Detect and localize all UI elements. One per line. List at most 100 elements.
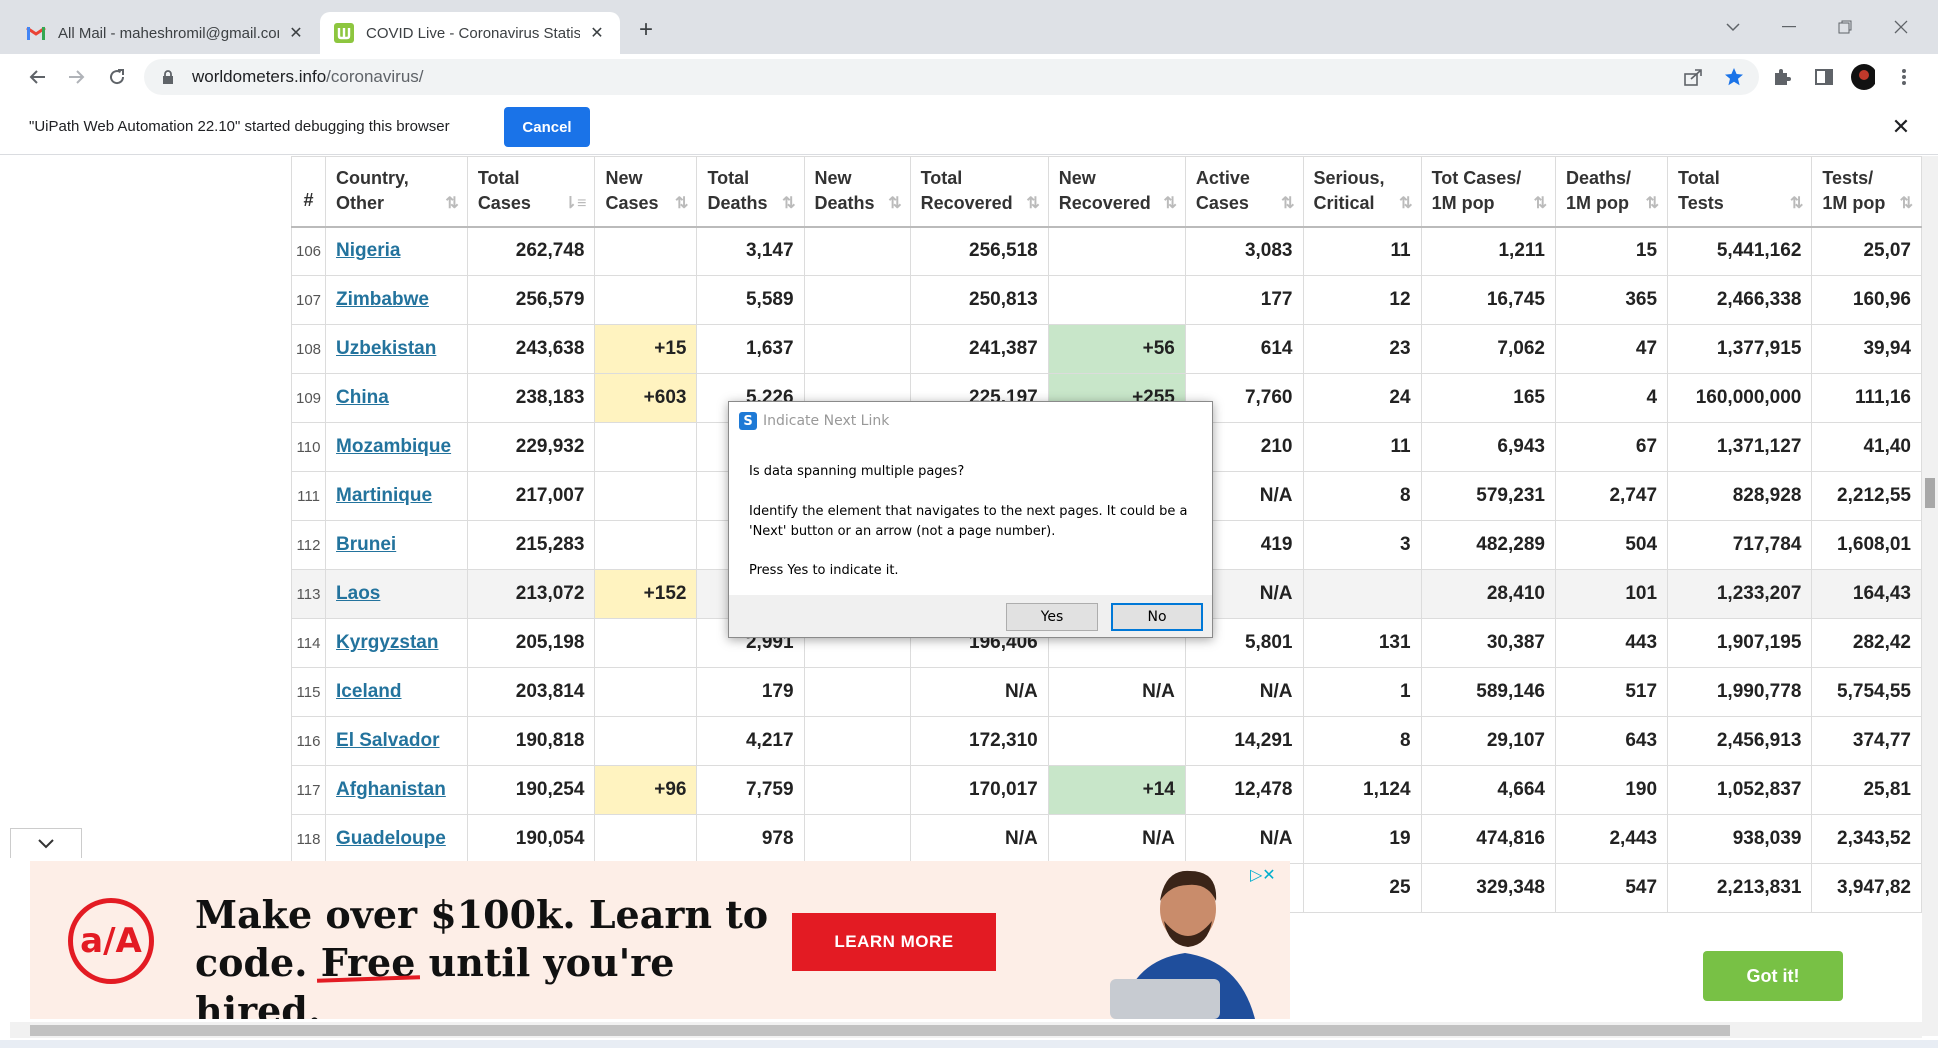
column-header[interactable]: Total Tests ⇅ [1667,156,1813,228]
sort-icon[interactable]: ⇅ [1399,191,1412,216]
share-icon[interactable] [1681,65,1705,89]
side-panel-icon[interactable] [1812,65,1836,89]
yes-button[interactable]: Yes [1006,603,1098,631]
sort-icon[interactable]: ⇅ [1900,191,1913,216]
column-header[interactable]: Serious, Critical ⇅ [1302,156,1422,228]
sort-icon[interactable]: ⇅ [1026,191,1039,216]
column-header[interactable]: New Deaths ⇅ [803,156,911,228]
column-header[interactable]: Country, Other ⇅ [325,156,468,228]
collapse-panel-button[interactable] [10,828,82,858]
close-tab-icon[interactable]: ✕ [287,24,305,42]
cancel-button[interactable]: Cancel [504,107,590,147]
tab-gmail[interactable]: All Mail - maheshromil@gmail.com ✕ [12,12,319,54]
column-header[interactable]: New Cases ⇅ [594,156,698,228]
cell-tests-1m: 164,43 [1811,569,1922,619]
reload-icon[interactable] [102,62,132,92]
restore-icon[interactable] [1830,14,1860,40]
extensions-icon[interactable] [1770,65,1794,89]
vertical-scrollbar[interactable] [1922,156,1938,1036]
cell-new-deaths [803,324,911,374]
learn-more-button[interactable]: LEARN MORE [792,913,996,971]
cell-tests: 1,377,915 [1667,324,1813,374]
close-window-icon[interactable] [1886,14,1916,40]
ad-headline: Make over $100k. Learn to code. Free unt… [195,891,795,1019]
sort-icon[interactable]: ⇅ [445,191,458,216]
header-line: Total [707,168,750,189]
new-tab-button[interactable]: + [632,16,660,44]
column-header[interactable]: Active Cases ⇅ [1184,156,1304,228]
adchoices-icon[interactable]: ▷✕ [1250,865,1276,885]
scrollbar-thumb[interactable] [30,1025,1730,1036]
sort-icon[interactable]: ⇅ [675,191,688,216]
cell-country: China [325,373,468,423]
country-link[interactable]: Afghanistan [336,779,446,800]
cell-n: 116 [290,716,327,766]
cell-cases-1m: 474,816 [1420,814,1556,864]
table-row: 118 Guadeloupe 190,054 978 N/A N/A N/A 19 474,81… [290,814,1922,864]
country-link[interactable]: Nigeria [336,240,400,261]
country-link[interactable]: Laos [336,583,380,604]
sort-icon[interactable]: ⇅ [782,191,795,216]
bookmark-star-icon[interactable] [1722,65,1746,89]
column-header[interactable]: Tests/1M pop ⇅ [1811,156,1922,228]
country-link[interactable]: Guadeloupe [336,828,446,849]
cell-serious: 8 [1302,716,1422,766]
cell-tests: 5,441,162 [1667,226,1813,276]
sort-icon[interactable]: ⇅ [1790,191,1803,216]
country-link[interactable]: Martinique [336,485,432,506]
cell-tests: 828,928 [1667,471,1813,521]
cell-total-cases: 229,932 [466,422,596,472]
got-it-button[interactable]: Got it! [1703,951,1843,1001]
lock-icon[interactable] [160,68,176,86]
column-header[interactable]: Total Deaths ⇅ [696,156,805,228]
cell-serious: 1,124 [1302,765,1422,815]
tab-search-icon[interactable] [1718,14,1748,40]
sort-icon[interactable]: ⇅ [1163,191,1176,216]
column-header[interactable]: Total Recovered ⇅ [909,156,1049,228]
cell-tests-1m: 5,754,55 [1811,667,1922,717]
cell-tests: 1,990,778 [1667,667,1813,717]
cell-active: 14,291 [1184,716,1304,766]
country-link[interactable]: Uzbekistan [336,338,436,359]
ad-banner[interactable]: a/A Make over $100k. Learn to code. Free… [30,861,1290,1019]
country-link[interactable]: Kyrgyzstan [336,632,438,653]
country-link[interactable]: El Salvador [336,730,440,751]
sort-icon[interactable]: ⇂≡ [564,191,587,216]
menu-icon[interactable] [1892,65,1916,89]
close-infobar-icon[interactable]: ✕ [1888,114,1914,140]
country-link[interactable]: China [336,387,389,408]
country-link[interactable]: Zimbabwe [336,289,429,310]
address-bar[interactable]: worldometers.info/coronavirus/ [144,59,1759,95]
column-header[interactable]: Deaths/1M pop ⇅ [1554,156,1669,228]
column-header[interactable]: Tot Cases/1M pop ⇅ [1420,156,1556,228]
country-link[interactable]: Brunei [336,534,396,555]
cell-country: Nigeria [325,226,468,276]
profile-avatar[interactable] [1851,64,1875,90]
sort-icon[interactable]: ⇅ [1281,191,1294,216]
header-line: Tot Cases/ [1431,168,1522,189]
sort-icon[interactable]: ⇅ [1646,191,1659,216]
cell-new-cases: +15 [594,324,698,374]
cell-new-deaths [803,275,911,325]
back-icon[interactable] [22,62,52,92]
close-tab-icon[interactable]: ✕ [588,24,606,42]
scrollbar-thumb[interactable] [1925,478,1935,508]
no-button[interactable]: No [1111,603,1203,631]
column-header[interactable]: Total Cases ⇂≡ [466,156,596,228]
tab-covid[interactable]: COVID Live - Coronavirus Statistics ✕ [320,12,620,54]
tab-title: All Mail - maheshromil@gmail.com [58,24,279,42]
country-link[interactable]: Iceland [336,681,401,702]
sort-icon[interactable]: ⇅ [1534,191,1547,216]
column-header[interactable]: New Recovered ⇅ [1047,156,1186,228]
cell-deaths-1m: 47 [1554,324,1669,374]
country-link[interactable]: Mozambique [336,436,451,457]
sort-icon[interactable]: ⇅ [888,191,901,216]
header-line: Total [1678,168,1720,189]
column-header[interactable]: # [290,156,327,228]
header-line: Deaths [707,193,768,214]
cell-active: N/A [1184,667,1304,717]
minimize-icon[interactable] [1774,14,1804,40]
header-line: 1M pop [1565,193,1629,214]
horizontal-scrollbar[interactable] [10,1022,1922,1038]
forward-icon[interactable] [62,62,92,92]
